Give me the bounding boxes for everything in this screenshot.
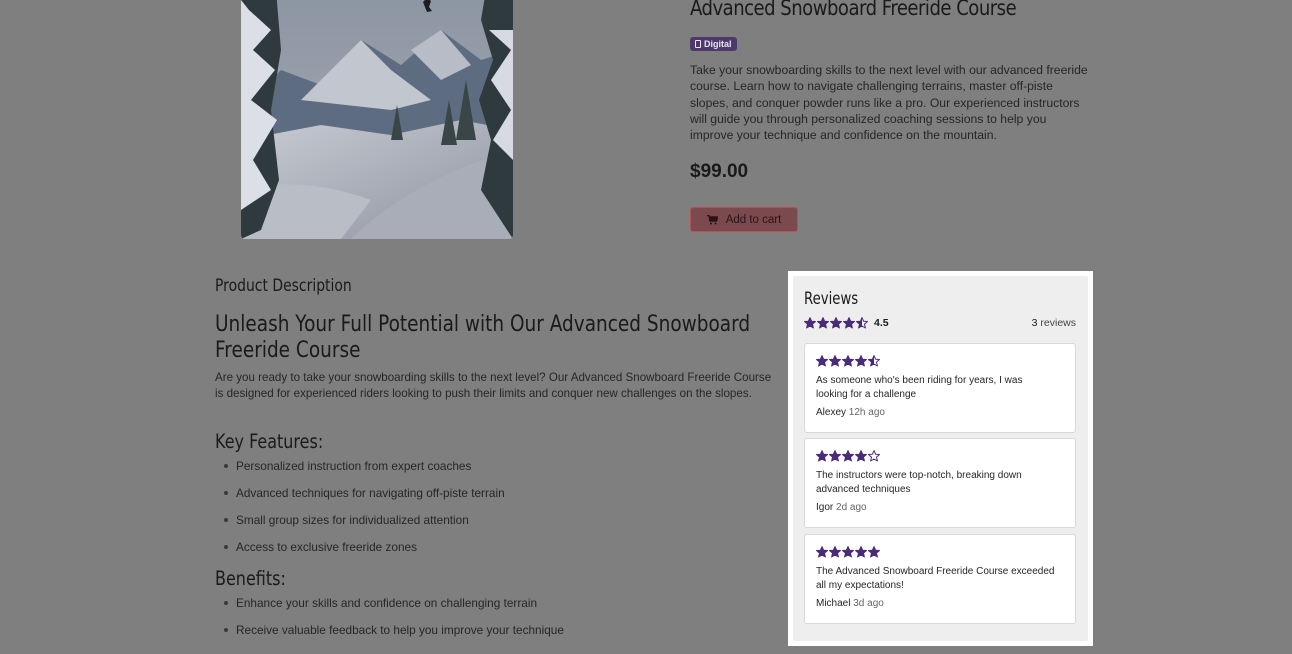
document-icon [695,40,701,48]
list-item: Personalized instruction from expert coa… [224,459,505,486]
review-time: 12h ago [848,407,885,418]
list-item: Advanced techniques for navigating off-p… [224,486,505,513]
review-text: As someone who's been riding for years, … [816,375,1023,400]
star-full-icon [830,317,842,329]
review-author: Alexey [816,407,847,418]
product-page: Advanced Snowboard Freeride Course Digit… [0,0,1292,654]
badge-label: Digital [704,39,732,49]
list-item: Access to exclusive freeride zones [224,540,505,567]
star-full-icon [855,355,867,367]
review-author: Igor [816,502,834,513]
add-to-cart-button[interactable]: Add to cart [690,207,798,232]
key-features-list: Personalized instruction from expert coa… [224,459,505,567]
star-half-icon [868,355,880,367]
review-count-number: 3 [1031,317,1038,329]
product-price: $99.00 [690,161,749,182]
review-card: The Advanced Snowboard Freeride Course e… [804,534,1076,624]
review-author: Michael [816,598,851,609]
star-full-icon [816,450,828,462]
snowboarder-mountain-image [241,0,513,239]
rating-stars [804,317,868,329]
cart-icon [706,214,718,224]
star-full-icon [816,355,828,367]
review-card: As someone who's been riding for years, … [804,343,1076,433]
star-full-icon [829,546,841,558]
star-full-icon [842,450,854,462]
list-item: Receive valuable feedback to help you im… [224,623,564,650]
star-half-icon [856,317,868,329]
description-intro: Are you ready to take your snowboarding … [215,371,772,401]
reviews-panel: Reviews 4.5 3 reviews As someone who's b… [793,276,1088,641]
rating-stars [816,546,880,558]
average-rating-value: 4.5 [874,317,889,329]
star-full-icon [829,450,841,462]
star-full-icon [816,546,828,558]
star-full-icon [868,546,880,558]
review-count-label: reviews [1040,317,1076,329]
list-item: Small group sizes for individualized att… [224,513,505,540]
star-full-icon [842,546,854,558]
review-count: 3 reviews [1032,317,1076,329]
star-full-icon [829,355,841,367]
key-features-heading: Key Features: [215,430,324,453]
review-time: 3d ago [853,598,884,609]
star-full-icon [842,355,854,367]
benefits-list: Enhance your skills and confidence on ch… [224,596,564,650]
star-full-icon [855,546,867,558]
star-full-icon [804,317,816,329]
star-full-icon [817,317,829,329]
review-card: The instructors were top-notch, breaking… [804,438,1076,528]
review-text: The instructors were top-notch, breaking… [816,470,1022,495]
review-time: 2d ago [836,502,867,513]
add-to-cart-label: Add to cart [725,213,782,226]
product-image [241,0,513,239]
product-summary: Take your snowboarding skills to the nex… [690,63,1088,143]
digital-badge: Digital [690,37,737,51]
review-text: The Advanced Snowboard Freeride Course e… [816,566,1055,591]
average-rating: 4.5 [804,315,889,331]
description-title: Unleash Your Full Potential with Our Adv… [215,312,751,363]
product-title: Advanced Snowboard Freeride Course [690,0,1017,20]
list-item: Enhance your skills and confidence on ch… [224,596,564,623]
reviews-title: Reviews [804,289,859,309]
review-meta: Alexey 12h ago [816,407,885,418]
reviews-highlight: Reviews 4.5 3 reviews As someone who's b… [788,271,1093,646]
product-description-heading: Product Description [215,276,352,296]
review-meta: Michael 3d ago [816,598,884,609]
review-meta: Igor 2d ago [816,502,867,513]
star-full-icon [843,317,855,329]
benefits-heading: Benefits: [215,567,286,590]
star-full-icon [855,450,867,462]
rating-stars [816,355,880,367]
star-empty-icon [868,450,880,462]
rating-stars [816,450,880,462]
